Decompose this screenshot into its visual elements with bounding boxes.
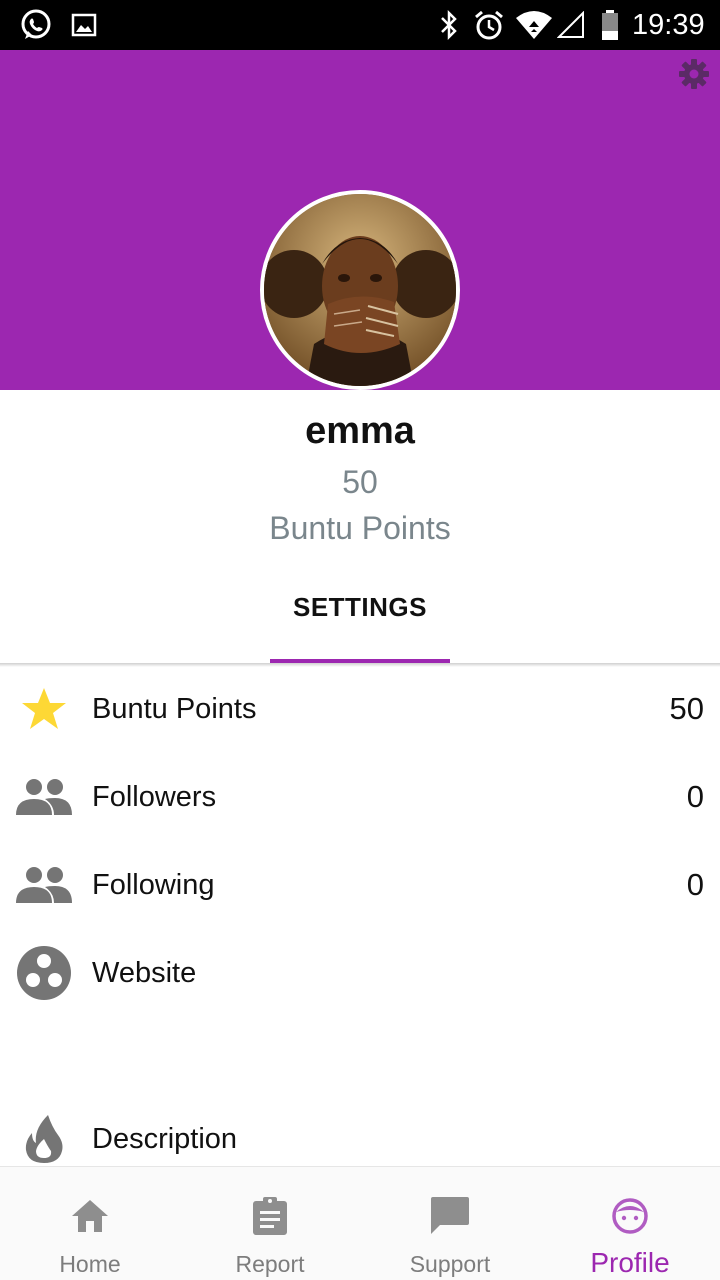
list-item-value: 50	[669, 691, 704, 726]
people-icon	[14, 767, 74, 827]
bluetooth-icon	[436, 0, 462, 50]
list-item-website[interactable]: Website	[0, 938, 720, 1008]
list-item-label: Followers	[92, 781, 217, 813]
battery-icon	[598, 0, 622, 50]
list-item-description[interactable]: Description	[0, 1104, 720, 1174]
chat-icon	[430, 1195, 470, 1237]
status-bar: 19:39	[0, 0, 720, 50]
list-item-label: Following	[92, 869, 215, 901]
points-value: 50	[342, 464, 378, 500]
nav-label: Home	[59, 1251, 121, 1277]
face-icon	[610, 1195, 650, 1237]
gallery-icon	[70, 0, 98, 50]
flame-icon	[14, 1109, 74, 1169]
list-item-label: Buntu Points	[92, 693, 257, 725]
list-item-buntu-points[interactable]: Buntu Points 50	[0, 674, 720, 744]
status-time: 19:39	[632, 9, 705, 41]
nav-home[interactable]: Home	[0, 1167, 180, 1280]
nav-profile[interactable]: Profile	[540, 1167, 720, 1280]
star-icon	[14, 679, 74, 739]
list-item-value: 0	[686, 867, 704, 902]
list-item-label: Description	[92, 1123, 238, 1155]
tab-settings-label: SETTINGS	[292, 592, 427, 622]
divider	[0, 663, 720, 667]
wifi-icon	[514, 0, 554, 50]
list-item-label: Website	[92, 957, 197, 989]
list-item-value: 0	[686, 779, 704, 814]
whatsapp-icon	[18, 0, 54, 50]
website-icon	[14, 943, 74, 1003]
alarm-icon	[472, 0, 506, 50]
profile-header	[0, 50, 720, 390]
home-icon	[70, 1195, 110, 1237]
report-icon	[250, 1195, 290, 1237]
list-item-followers[interactable]: Followers 0	[0, 762, 720, 832]
people-icon	[14, 855, 74, 915]
profile-name: emma	[305, 410, 415, 452]
nav-report[interactable]: Report	[180, 1167, 360, 1280]
bottom-nav: Home Report Support Profile	[0, 1166, 720, 1280]
nav-label: Profile	[590, 1247, 670, 1278]
nav-support[interactable]: Support	[360, 1167, 540, 1280]
list-item-following[interactable]: Following 0	[0, 850, 720, 920]
tab-settings[interactable]: SETTINGS	[270, 580, 450, 664]
avatar[interactable]	[260, 190, 460, 390]
nav-label: Report	[235, 1251, 305, 1277]
nav-label: Support	[409, 1251, 491, 1277]
points-label: Buntu Points	[269, 510, 451, 546]
gear-icon[interactable]	[678, 58, 710, 90]
signal-icon	[556, 0, 586, 50]
